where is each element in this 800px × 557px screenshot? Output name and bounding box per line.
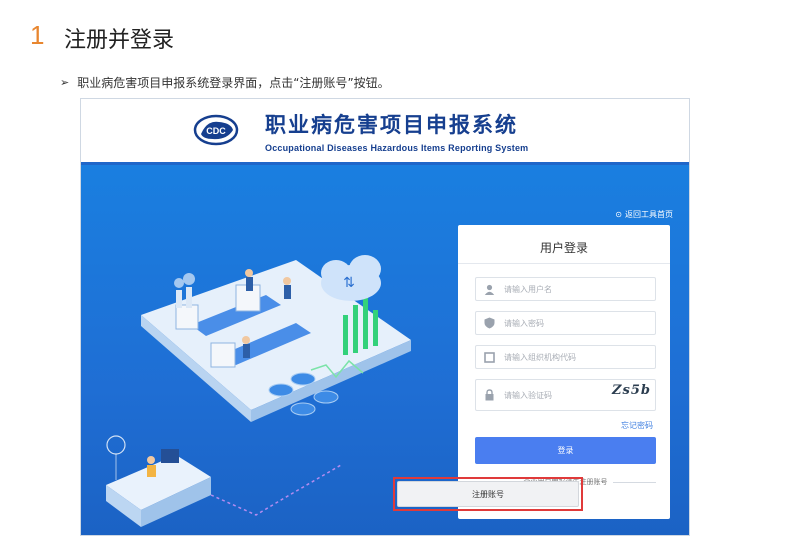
machine-3 [210, 342, 236, 368]
org-code-field[interactable] [475, 345, 656, 369]
worker-head-2 [283, 277, 291, 285]
org-code-input[interactable] [504, 352, 614, 362]
logo-text: CDC [206, 126, 226, 136]
login-title-divider [458, 263, 670, 264]
green-bar-4 [373, 310, 378, 346]
smoke-2 [183, 273, 195, 285]
machine-1 [175, 304, 199, 330]
register-highlight-box: 注册账号 [393, 477, 583, 511]
disc-2 [290, 372, 316, 386]
login-button[interactable]: 登录 [475, 437, 656, 464]
forgot-password-link[interactable]: 忘记密码 [621, 420, 653, 431]
login-card: 用户登录 请输入用户名 请输入密码 请输入组织机构代码 请输入验证码 Zs5b … [458, 225, 670, 519]
login-title: 用户登录 [539, 241, 588, 255]
cdc-logo-icon: CDC [193, 114, 239, 146]
system-header: CDC 职业病危害项目申报系统 Occupational Diseases Ha… [81, 99, 689, 165]
instruction-text: 职业病危害项目申报系统登录界面，点击“注册账号”按钮。 [77, 76, 390, 90]
system-subtitle: Occupational Diseases Hazardous Items Re… [265, 143, 529, 153]
password-input[interactable] [504, 318, 614, 328]
connection-path [210, 464, 342, 516]
arrow-bullet-icon: ➢ [60, 76, 70, 89]
green-bar-1 [343, 315, 348, 355]
instruction-line: ➢ 职业病危害项目申报系统登录界面，点击“注册账号”按钮。 [60, 74, 390, 91]
operator-body [147, 465, 156, 477]
pin-ring [106, 435, 126, 455]
section-title: 注册并登录 [64, 28, 175, 53]
home-icon: ⊙ [615, 210, 622, 219]
home-link[interactable]: ⊙ 返回工具首页 [615, 209, 673, 220]
worker-head-1 [245, 269, 253, 277]
shield-icon [482, 316, 496, 330]
green-bar-3 [363, 295, 368, 349]
worker-body-2 [284, 285, 291, 299]
hero-banner: ⊙ 返回工具首页 ⇅ 用户登录 请输入用户名 请输入密码 请输入组织机构代码 请… [81, 165, 689, 535]
disc-1 [268, 383, 294, 397]
password-field[interactable] [475, 311, 656, 335]
chimney-2 [186, 287, 192, 308]
id-card-icon [482, 350, 496, 364]
section-number: 1 [30, 20, 45, 50]
chimney-1 [176, 290, 182, 308]
sync-arrows: ⇅ [343, 275, 355, 291]
monitor [161, 449, 179, 463]
disc-3 [313, 390, 339, 404]
register-button[interactable]: 注册账号 [397, 481, 579, 507]
captcha-input[interactable] [504, 390, 594, 400]
divider-line-right [612, 481, 656, 483]
captcha-field[interactable]: Zs5b [475, 379, 656, 411]
worker-body-3 [243, 344, 250, 358]
disc-4 [290, 402, 316, 416]
captcha-image[interactable]: Zs5b [612, 383, 651, 398]
system-title: 职业病危害项目申报系统 [265, 113, 518, 137]
green-bar-2 [353, 305, 358, 353]
user-icon [482, 282, 496, 296]
lock-icon [482, 388, 496, 402]
worker-body-1 [246, 277, 253, 291]
username-field[interactable] [475, 277, 656, 301]
system-screenshot: CDC 职业病危害项目申报系统 Occupational Diseases Ha… [80, 98, 690, 536]
smoke-1 [174, 278, 184, 288]
home-link-label: 返回工具首页 [625, 210, 673, 219]
operator-head [147, 456, 155, 464]
worker-head-3 [242, 336, 250, 344]
username-input[interactable] [504, 284, 614, 294]
